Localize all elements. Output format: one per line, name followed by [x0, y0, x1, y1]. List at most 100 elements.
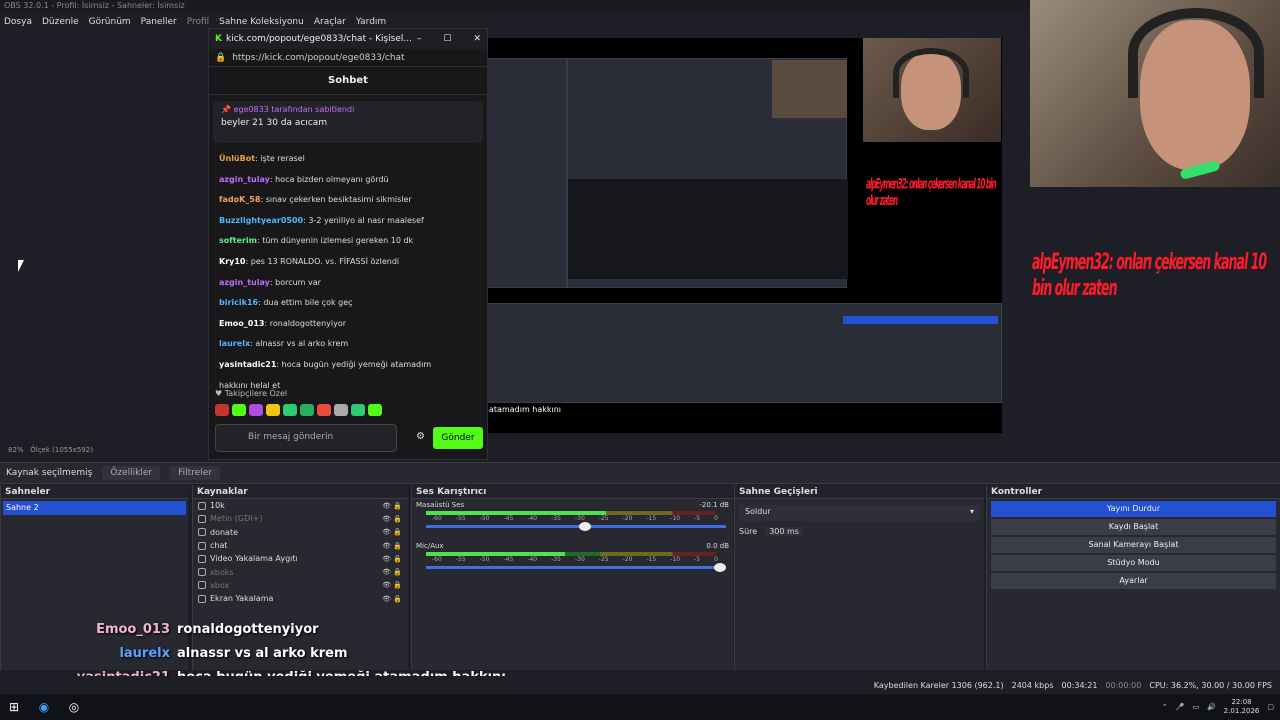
visibility-lock-icon[interactable]: 👁 🔒: [382, 515, 402, 523]
emote-icon[interactable]: [215, 404, 229, 416]
menu-sahne-koleksiyonu[interactable]: Sahne Koleksiyonu: [219, 17, 304, 27]
minimize-icon[interactable]: –: [417, 34, 422, 44]
transition-select[interactable]: Soldur ▾: [739, 505, 980, 521]
volume-knob[interactable]: [578, 522, 591, 531]
source-item[interactable]: chat 👁 🔒: [193, 539, 408, 552]
clock-time[interactable]: 22:08: [1224, 698, 1260, 707]
emote-icon[interactable]: [300, 404, 314, 416]
settings-button[interactable]: Ayarlar: [991, 573, 1276, 589]
source-item[interactable]: donate 👁 🔒: [193, 526, 408, 539]
chat-username[interactable]: Buzzlightyear0500: [219, 216, 303, 225]
visibility-lock-icon[interactable]: 👁 🔒: [382, 595, 402, 603]
chat-username[interactable]: softerim: [219, 236, 257, 245]
source-item[interactable]: xbox 👁 🔒: [193, 579, 408, 592]
stop-stream-button[interactable]: Yayını Durdur: [991, 501, 1276, 517]
menu-yardim[interactable]: Yardım: [356, 17, 386, 27]
source-type-icon: [198, 528, 206, 537]
chat-username[interactable]: ÜnlüBot: [219, 154, 255, 163]
chat-username[interactable]: Kry10: [219, 257, 246, 266]
send-button[interactable]: Gönder: [433, 427, 483, 449]
close-icon[interactable]: ✕: [473, 34, 481, 44]
volume-knob[interactable]: [714, 563, 726, 572]
emote-icon[interactable]: [249, 404, 263, 416]
edge-browser-icon[interactable]: ◉: [36, 699, 52, 715]
visibility-lock-icon[interactable]: 👁 🔒: [382, 528, 402, 536]
mouse-cursor-icon: [18, 260, 24, 272]
menu-araclar[interactable]: Araçlar: [314, 17, 346, 27]
emote-icon[interactable]: [368, 404, 382, 416]
chat-window-title: kick.com/popout/ege0833/chat - Kişisel..…: [225, 34, 412, 44]
meter-tick: -15: [646, 515, 657, 522]
chat-username[interactable]: yasintadic21: [219, 360, 276, 369]
source-item[interactable]: xboks 👁 🔒: [193, 565, 408, 578]
source-item[interactable]: Ekran Yakalama 👁 🔒: [193, 592, 408, 605]
studio-mode-button[interactable]: Stüdyo Modu: [991, 555, 1276, 571]
windows-start-icon[interactable]: ⊞: [6, 699, 22, 715]
menu-gorunum[interactable]: Görünüm: [89, 17, 131, 27]
duration-input[interactable]: 300 ms: [765, 527, 803, 536]
volume-slider[interactable]: [426, 563, 726, 572]
microphone-icon[interactable]: 🎤: [1176, 703, 1185, 711]
meter-ticks: -60 -55 -50 -45 -40 -35 -30 -25 -20 -15 -10 -5 0: [432, 556, 718, 563]
emote-icon[interactable]: [232, 404, 246, 416]
scale-label[interactable]: Ölçek (1055x592): [30, 446, 93, 454]
chat-message-input[interactable]: Bir mesaj gönderin: [215, 424, 397, 452]
visibility-lock-icon[interactable]: 👁 🔒: [382, 581, 402, 589]
properties-button[interactable]: Özellikler: [102, 466, 161, 480]
status-bar: Kaybedilen Kareler 1306 (962.1) 2404 kbp…: [0, 676, 1280, 694]
emote-icon[interactable]: [283, 404, 297, 416]
settings-gear-icon[interactable]: ⚙: [416, 431, 425, 442]
source-item[interactable]: Metin (GDI+) 👁 🔒: [193, 512, 408, 525]
menu-dosya[interactable]: Dosya: [4, 17, 32, 27]
mixer-title: Ses Karıştırıcı: [412, 485, 733, 499]
clock-date[interactable]: 2.01.2026: [1224, 707, 1260, 716]
menu-profil[interactable]: Profil: [187, 17, 209, 27]
chat-username[interactable]: Emoo_013: [219, 319, 265, 328]
controls-title: Kontroller: [987, 485, 1280, 499]
notification-icon[interactable]: ▢: [1267, 703, 1274, 711]
meter-tick: -55: [455, 515, 466, 522]
controls-dock: Kontroller Yayını Durdur Kaydı Başlat Sa…: [986, 485, 1280, 670]
start-recording-button[interactable]: Kaydı Başlat: [991, 519, 1276, 535]
chat-username[interactable]: laurelx: [219, 339, 250, 348]
chat-username[interactable]: azgin_tulay: [219, 278, 270, 287]
visibility-lock-icon[interactable]: 👁 🔒: [382, 568, 402, 576]
chat-message-list[interactable]: ÜnlüBot: işte rerasel azgin_tulay: hoca b…: [209, 149, 487, 396]
visibility-lock-icon[interactable]: 👁 🔒: [382, 542, 402, 550]
emote-icon[interactable]: [334, 404, 348, 416]
chat-username[interactable]: fadoK_58: [219, 195, 260, 204]
chat-text: işte rerasel: [260, 154, 305, 163]
network-icon[interactable]: ▭: [1192, 703, 1199, 711]
source-item[interactable]: Video Yakalama Aygıtı 👁 🔒: [193, 552, 408, 565]
emote-icon[interactable]: [317, 404, 331, 416]
visibility-lock-icon[interactable]: 👁 🔒: [382, 555, 402, 563]
maximize-icon[interactable]: ☐: [443, 34, 451, 44]
chat-message: laurelx: alnassr vs al arko krem: [219, 339, 349, 349]
menu-paneller[interactable]: Paneller: [141, 17, 177, 27]
big-alert-text: alpEymen32: onları çekersen kanal 10 bin…: [1032, 250, 1267, 302]
obs-icon[interactable]: ◎: [66, 699, 82, 715]
meter-tick: -50: [479, 556, 490, 563]
chat-username[interactable]: azgin_tulay: [219, 175, 270, 184]
source-toolbar: Kaynak seçilmemiş Özellikler Filtreler: [0, 462, 1280, 484]
chevron-up-icon[interactable]: ⌃: [1162, 703, 1168, 711]
source-name: chat: [210, 541, 228, 551]
emote-icon[interactable]: [266, 404, 280, 416]
scene-item[interactable]: Sahne 2: [3, 501, 186, 515]
volume-icon[interactable]: 🔊: [1207, 703, 1216, 711]
nested-chat-window: [487, 58, 567, 288]
emote-icon[interactable]: [351, 404, 365, 416]
menu-duzenle[interactable]: Düzenle: [42, 17, 79, 27]
zoom-level[interactable]: 82%: [8, 446, 24, 454]
chat-url[interactable]: https://kick.com/popout/ege0833/chat: [232, 53, 404, 63]
start-virtual-camera-button[interactable]: Sanal Kamerayı Başlat: [991, 537, 1276, 553]
chat-message: softerim: tüm dünyenin izlemesi gereken …: [219, 236, 414, 246]
source-item[interactable]: 10k 👁 🔒: [193, 499, 408, 512]
pinned-message[interactable]: 📌 ege0833 tarafından sabitlendi beyler 2…: [213, 101, 483, 143]
volume-slider[interactable]: [426, 522, 726, 531]
sources-list[interactable]: 10k 👁 🔒 Metin (GDI+) 👁 🔒 donate 👁 🔒 chat 👁 🔒 Vid…: [193, 499, 408, 605]
visibility-lock-icon[interactable]: 👁 🔒: [382, 502, 402, 510]
chat-username[interactable]: biricik16: [219, 298, 258, 307]
filters-button[interactable]: Filtreler: [170, 466, 220, 480]
emote-bar[interactable]: [215, 404, 382, 418]
